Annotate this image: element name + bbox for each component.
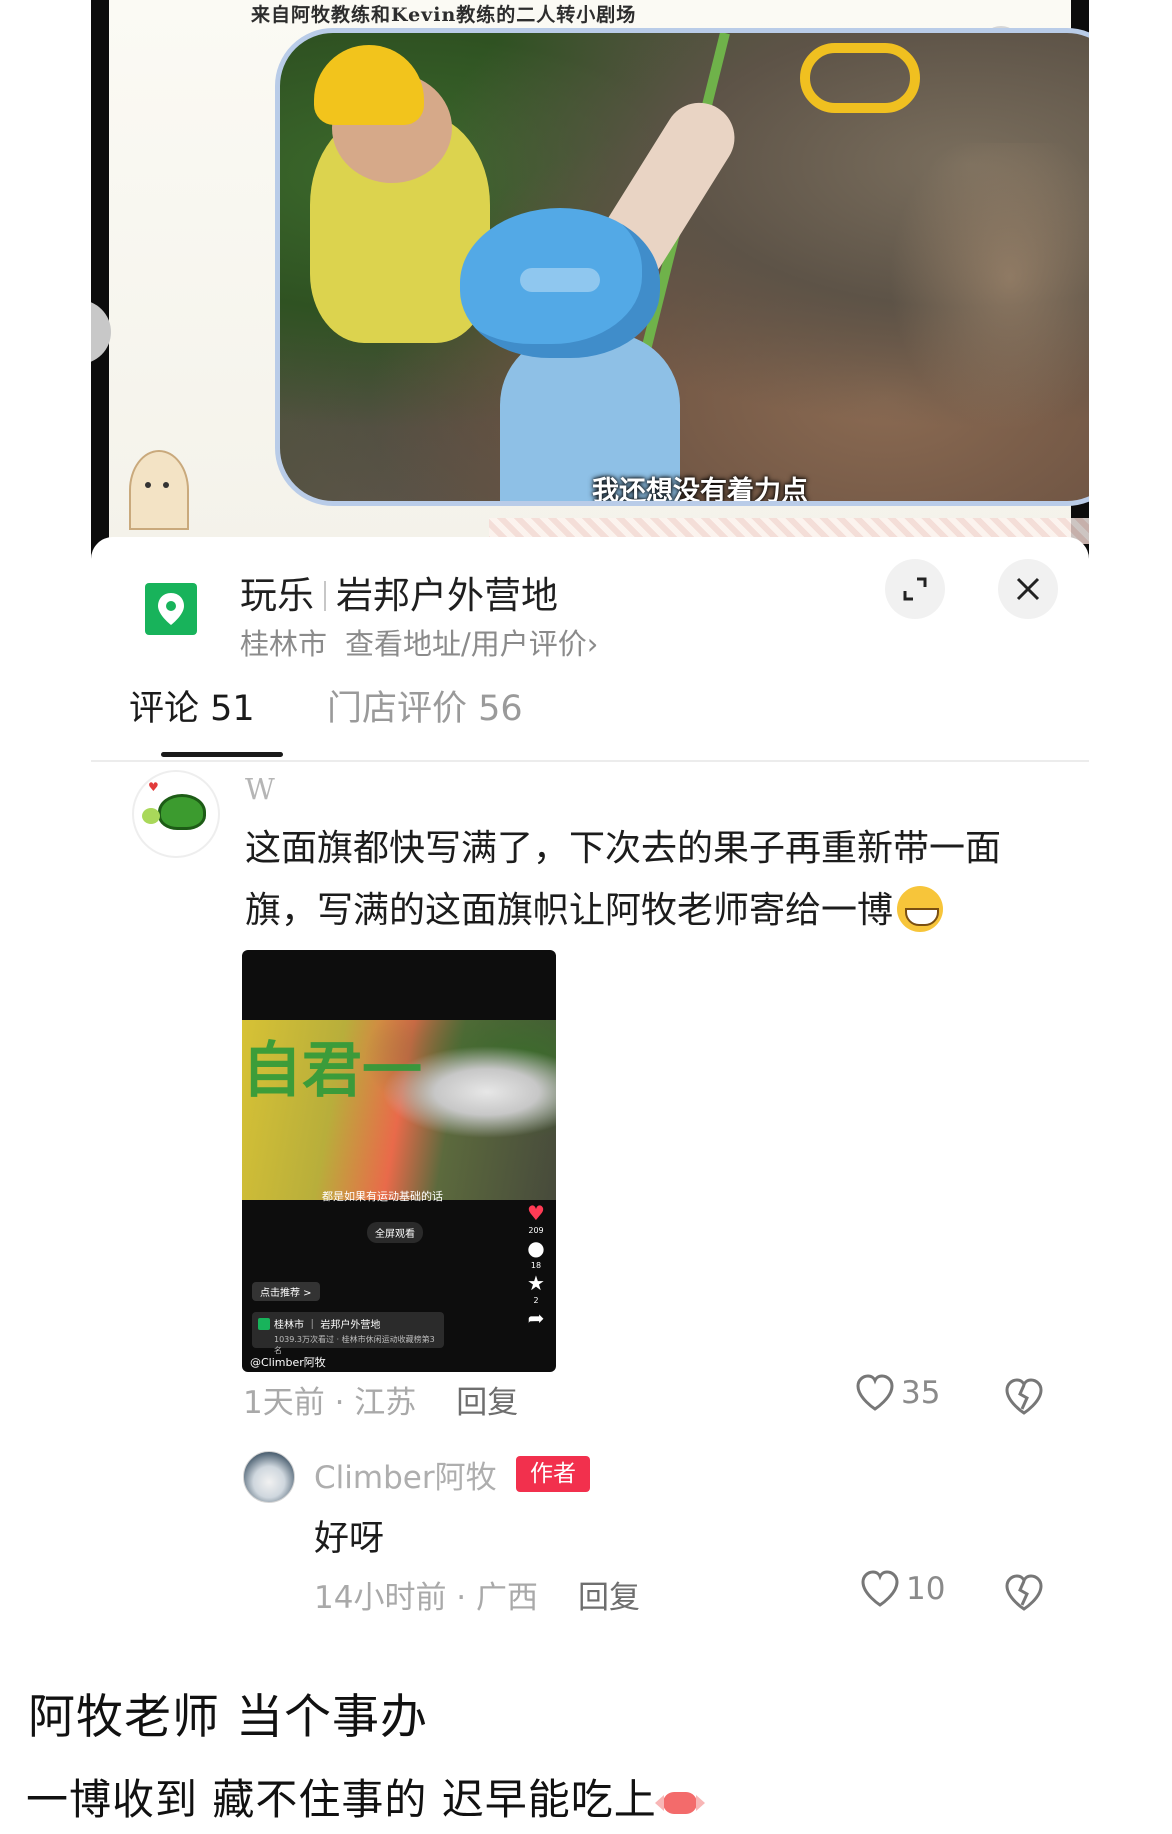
reply-time: 14小时前 · 广西 <box>314 1580 539 1616</box>
video-letterbox-left <box>91 0 109 560</box>
poi-address-link[interactable]: 查看地址/用户评价 <box>345 627 587 661</box>
like-button[interactable]: 10 <box>860 1570 945 1608</box>
divider <box>91 760 1089 762</box>
recommend-label: 点击推荐 > <box>252 1282 320 1301</box>
heart-outline-icon <box>861 1570 899 1607</box>
blue-helmet <box>460 208 660 358</box>
tab-store-reviews[interactable]: 门店评价 56 <box>327 680 523 745</box>
like-count: 35 <box>901 1375 941 1411</box>
broken-heart-icon <box>1005 1378 1043 1415</box>
comment-tabs: 评论 51 门店评价 56 <box>91 680 1089 762</box>
reply-button[interactable]: 回复 <box>456 1385 518 1421</box>
comment-text: 这面旗都快写满了，下次去的果子再重新带一面旗，写满的这面旗帜让阿牧老师寄给一博 <box>245 818 1035 942</box>
poi-subtitle[interactable]: 桂林市 查看地址/用户评价› <box>240 621 598 663</box>
location-pin-icon <box>145 583 197 635</box>
comment-image[interactable]: 自君一 都是如果有运动基础的话 全屏观看 ♥ 209 ● 18 ★ 2 ➦ 点击推荐 … <box>242 950 556 1372</box>
reply-text: 好呀 <box>314 1519 385 1559</box>
image-subtitle: 都是如果有运动基础的话 <box>322 1190 443 1203</box>
heart-icon: ♥ <box>527 1201 545 1225</box>
comment-time: 1天前 · 江苏 <box>243 1385 417 1421</box>
expand-icon <box>903 577 927 601</box>
active-tab-indicator <box>161 752 283 757</box>
reply-username[interactable]: Climber阿牧 <box>314 1452 497 1497</box>
post-caption-line-1: 阿牧老师 当个事办 <box>28 1690 428 1745</box>
video-player[interactable]: 来自阿牧教练和Kevin教练的二人转小剧场 我还想没有着力点 › <box>91 0 1089 560</box>
fullscreen-label: 全屏观看 <box>367 1222 423 1243</box>
broken-heart-icon <box>1005 1574 1043 1611</box>
divider <box>324 581 326 611</box>
heart-outline-icon <box>856 1374 894 1411</box>
candy-icon <box>654 1791 705 1814</box>
cartoon-face-sticker <box>129 450 189 530</box>
reply-button[interactable]: 回复 <box>578 1580 640 1616</box>
flag-photo: 自君一 都是如果有运动基础的话 <box>242 1020 556 1203</box>
video-content: 来自阿牧教练和Kevin教练的二人转小剧场 我还想没有着力点 <box>109 0 1089 560</box>
yellow-helmet <box>314 45 424 125</box>
avatar[interactable] <box>243 1451 295 1503</box>
chevron-right-icon: › <box>586 627 599 661</box>
close-icon <box>1016 577 1040 601</box>
flag-text: 自君一 <box>242 1036 422 1106</box>
image-poi-bar: 桂林市 ｜ 岩邦户外营地 1039.3万次看过 · 桂林市休闲运动收藏榜第3名 <box>252 1312 444 1355</box>
climbing-scene-image: 我还想没有着力点 <box>275 28 1089 506</box>
comment-meta: 1天前 · 江苏 回复 <box>243 1377 518 1422</box>
grin-emoji-icon <box>897 886 944 932</box>
comment-icon: ● <box>527 1236 545 1260</box>
poi-city: 桂林市 <box>240 627 328 661</box>
avatar[interactable]: ♥ <box>132 770 220 858</box>
comment-username[interactable]: W <box>245 772 275 806</box>
dislike-button[interactable] <box>1003 1377 1045 1419</box>
like-button[interactable]: 35 <box>855 1374 940 1412</box>
reply-meta: 14小时前 · 广西 回复 <box>314 1572 640 1617</box>
comment-body: 这面旗都快写满了，下次去的果子再重新带一面旗，写满的这面旗帜让阿牧老师寄给一博 <box>245 828 1002 931</box>
location-pin-icon <box>258 1318 270 1330</box>
like-count: 10 <box>906 1571 946 1607</box>
image-author: @Climber阿牧 <box>250 1356 326 1369</box>
dislike-button[interactable] <box>1003 1573 1045 1615</box>
video-side-actions: ♥ 209 ● 18 ★ 2 ➦ <box>524 1200 548 1331</box>
video-top-caption: 来自阿牧教练和Kevin教练的二人转小剧场 <box>251 4 637 26</box>
author-badge: 作者 <box>516 1456 590 1492</box>
carabiner <box>800 43 920 113</box>
post-caption-line-2: 一博收到 藏不住事的 迟早能吃上 <box>26 1766 705 1827</box>
tab-comments[interactable]: 评论 51 <box>129 680 255 745</box>
heart-icon: ♥ <box>148 780 159 794</box>
close-button[interactable] <box>998 559 1058 619</box>
expand-button[interactable] <box>885 559 945 619</box>
poi-category: 玩乐 <box>240 574 314 617</box>
star-icon: ★ <box>527 1271 545 1295</box>
turtle-icon <box>158 794 206 830</box>
share-icon: ➦ <box>527 1306 545 1330</box>
poi-name: 岩邦户外营地 <box>336 574 558 617</box>
video-subtitle: 我还想没有着力点 <box>592 476 808 506</box>
poi-title[interactable]: 玩乐 岩邦户外营地 <box>240 565 558 619</box>
